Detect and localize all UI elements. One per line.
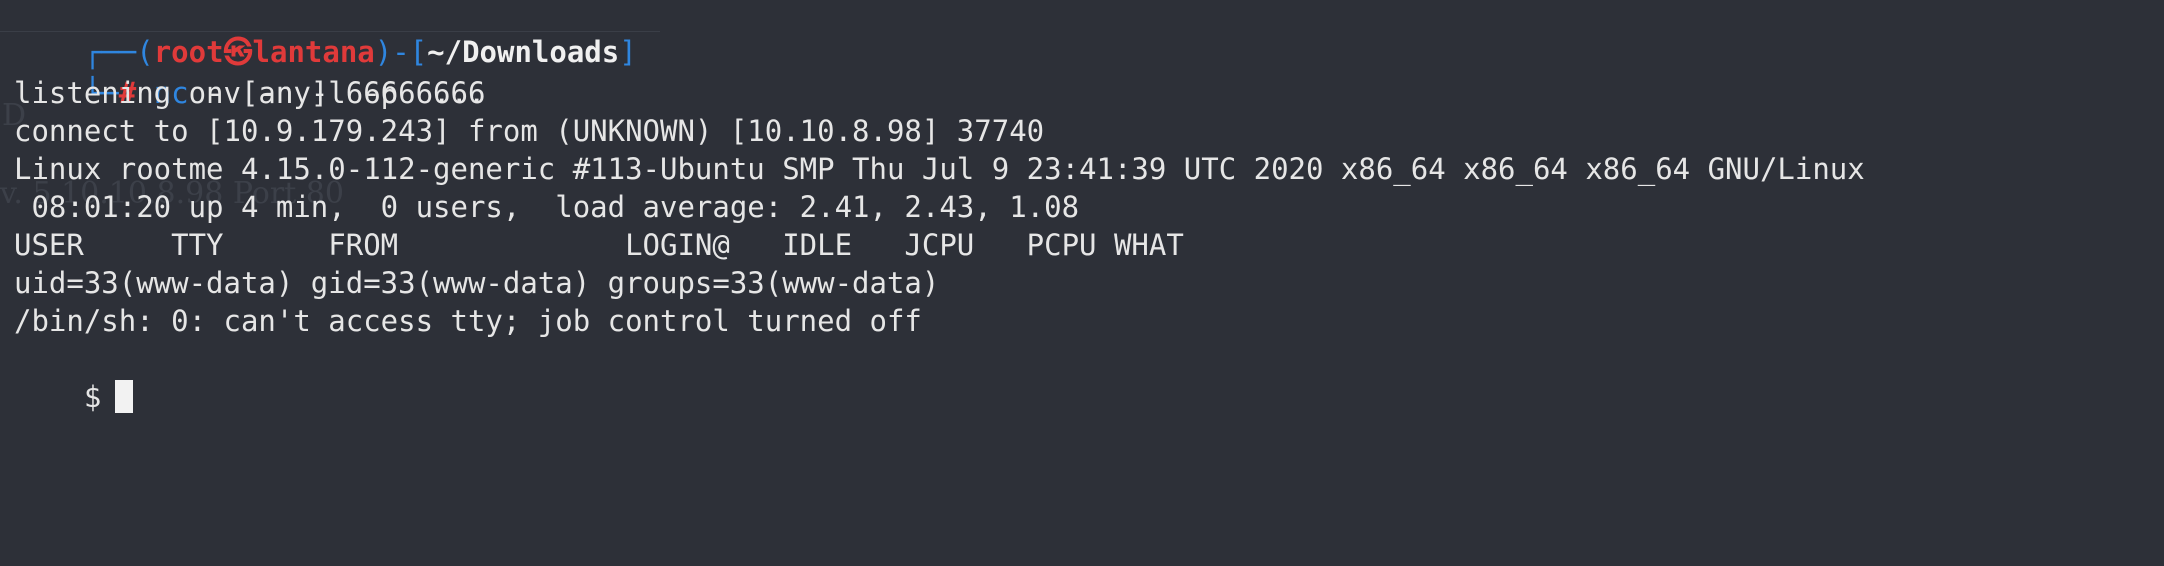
output-line-id: uid=33(www-data) gid=33(www-data) groups… — [14, 266, 940, 300]
output-line-connect: connect to [10.9.179.243] from (UNKNOWN)… — [14, 114, 1045, 148]
output-line-listening: listening on [any] 6666 ... — [14, 76, 486, 110]
terminal-window[interactable]: D v. 5 10.10.8.98 Port 80 ┌──(root㉿lanta… — [0, 0, 2164, 566]
prompt-line-top: ┌──(root㉿lantana)-[~/Downloads] — [14, 0, 637, 69]
cursor-block[interactable] — [115, 380, 134, 413]
output-line-uptime: 08:01:20 up 4 min, 0 users, load average… — [14, 190, 1080, 224]
shell-prompt-line[interactable]: $ — [14, 340, 134, 414]
prompt-close-bracket: ] — [619, 35, 637, 69]
output-line-w-header: USER TTY FROM LOGIN@ IDLE JCPU PCPU WHAT — [14, 228, 1184, 262]
output-line-tty-warning: /bin/sh: 0: can't access tty; job contro… — [14, 304, 922, 338]
output-line-uname: Linux rootme 4.15.0-112-generic #113-Ubu… — [14, 152, 1865, 186]
shell-prompt-symbol: $ — [83, 380, 102, 414]
prompt-line-command: └─# nc -v -n -l -p 6666 — [14, 36, 486, 110]
